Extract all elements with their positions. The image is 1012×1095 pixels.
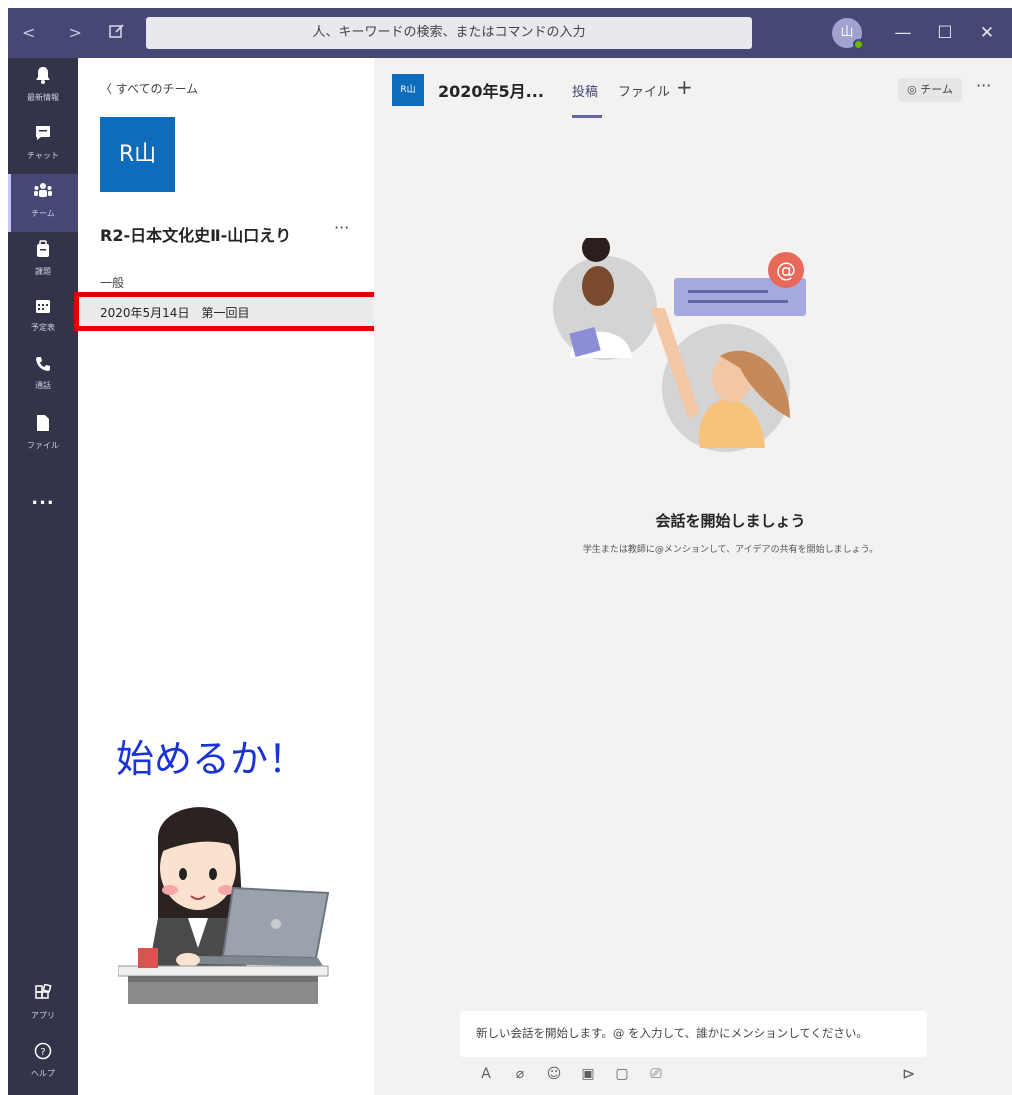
start-conversation-illustration: @	[553, 238, 806, 452]
rail-label: チャット	[27, 151, 59, 160]
rail-label: 課題	[35, 267, 51, 276]
rail-item-assignments[interactable]: 課題	[8, 232, 78, 290]
teams-icon	[8, 182, 78, 206]
gif-icon[interactable]: ▣	[578, 1066, 598, 1082]
rail-label: 最新情報	[27, 93, 59, 102]
calendar-icon	[8, 298, 78, 320]
team-avatar: R山	[100, 117, 175, 192]
phone-icon	[8, 356, 78, 378]
rail-label: 予定表	[31, 323, 55, 332]
team-pane: 〈 すべてのチーム R山 R2-日本文化史Ⅱ-山口えり ··· 一般 2020年…	[74, 58, 379, 1095]
rail-item-help[interactable]: ? ヘルプ	[8, 1034, 78, 1092]
channel-main-area: R山 2020年5月... 投稿 ファイル + ◎ チーム ··· @ 会話を開…	[374, 58, 1012, 1095]
header-more-options-icon[interactable]: ···	[976, 76, 991, 95]
compose-icon[interactable]	[108, 22, 130, 44]
avatar-initial: 山	[840, 25, 854, 40]
rail-label: ヘルプ	[31, 1069, 55, 1078]
rail-item-calls[interactable]: 通話	[8, 348, 78, 406]
svg-text:@: @	[776, 258, 796, 282]
sticker-icon[interactable]: ▢	[612, 1066, 632, 1082]
back-arrow-icon[interactable]: <	[22, 23, 49, 42]
format-icon[interactable]: A	[476, 1066, 496, 1082]
rail-label: 通話	[35, 381, 51, 390]
channel-header: R山 2020年5月... 投稿 ファイル + ◎ チーム ···	[374, 58, 1012, 122]
rail-item-apps[interactable]: アプリ	[8, 976, 78, 1034]
help-icon: ?	[8, 1042, 78, 1066]
search-input[interactable]: 人、キーワードの検索、またはコマンドの入力	[146, 17, 752, 49]
close-button[interactable]: ✕	[974, 20, 1000, 46]
minimize-button[interactable]: —	[890, 20, 916, 46]
send-icon[interactable]: ⊳	[902, 1064, 915, 1083]
title-bar: < > 人、キーワードの検索、またはコマンドの入力 山 — ☐ ✕	[8, 8, 1012, 58]
empty-state-subtitle: 学生または教師に@メンションして、アイデアの共有を開始しましょう。	[582, 545, 879, 555]
rail-label: アプリ	[31, 1011, 55, 1020]
tab-posts[interactable]: 投稿	[572, 81, 598, 100]
team-more-options-icon[interactable]: ···	[334, 218, 349, 237]
channel-title: 2020年5月...	[438, 82, 544, 101]
team-name: R2-日本文化史Ⅱ-山口えり	[100, 226, 292, 245]
emoji-icon[interactable]: ☺	[544, 1066, 564, 1082]
person-at-laptop-illustration	[118, 807, 330, 1004]
empty-state-title: 会話を開始しましょう	[655, 512, 806, 530]
rail-item-files[interactable]: ファイル	[8, 406, 78, 464]
user-avatar[interactable]: 山	[832, 18, 864, 50]
team-button[interactable]: ◎ チーム	[898, 78, 962, 102]
app-rail: 最新情報 チャット チーム 課題 予定表 通話 ファイル ... アプリ ? ヘ…	[8, 58, 78, 1095]
more-apps-icon[interactable]: ...	[8, 488, 78, 509]
meet-now-icon[interactable]: ⎚	[646, 1066, 666, 1082]
apps-icon	[8, 983, 78, 1008]
file-icon	[8, 414, 78, 438]
assignments-icon	[8, 240, 78, 264]
annotation-caption: 始めるか！	[116, 737, 307, 781]
channel-general[interactable]: 一般	[100, 274, 124, 291]
maximize-button[interactable]: ☐	[932, 20, 958, 46]
attach-icon[interactable]: ⌀	[510, 1066, 530, 1082]
bell-icon	[8, 66, 78, 90]
active-tab-indicator	[572, 115, 602, 118]
chat-icon	[8, 124, 78, 148]
presence-available-icon	[853, 39, 864, 50]
rail-item-calendar[interactable]: 予定表	[8, 290, 78, 348]
rail-item-teams[interactable]: チーム	[8, 174, 78, 232]
channel-team-avatar: R山	[392, 74, 424, 106]
rail-item-chat[interactable]: チャット	[8, 116, 78, 174]
forward-arrow-icon[interactable]: >	[69, 23, 96, 42]
compose-box[interactable]: 新しい会話を開始します。@ を入力して、誰かにメンションしてください。	[460, 1011, 927, 1057]
history-nav: < >	[22, 23, 96, 42]
rail-label: チーム	[31, 209, 55, 218]
add-tab-icon[interactable]: +	[676, 75, 693, 99]
rail-label: ファイル	[27, 441, 59, 450]
all-teams-link[interactable]: 〈 すべてのチーム	[100, 80, 198, 97]
annotation-highlight-box	[74, 292, 379, 331]
tab-files[interactable]: ファイル	[618, 81, 670, 100]
rail-item-activity[interactable]: 最新情報	[8, 58, 78, 116]
svg-text:?: ?	[40, 1047, 45, 1058]
compose-placeholder: 新しい会話を開始します。@ を入力して、誰かにメンションしてください。	[476, 1026, 868, 1040]
